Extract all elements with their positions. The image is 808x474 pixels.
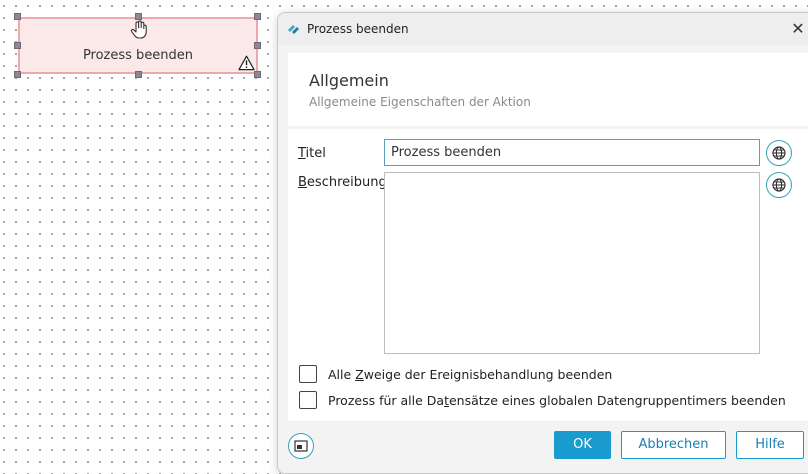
end-all-branches-label-accelerator: Z [355, 367, 364, 382]
close-button[interactable]: ✕ [788, 20, 808, 38]
app-logo-icon [287, 22, 300, 39]
globe-icon [772, 178, 786, 192]
resize-handle-right[interactable] [254, 42, 261, 49]
dialog-header: Allgemein Allgemeine Eigenschaften der A… [288, 53, 808, 126]
title-label-accelerator: T [298, 146, 306, 161]
resize-handle-bottom[interactable] [135, 71, 142, 78]
description-textarea[interactable] [384, 172, 760, 354]
title-label: Titel [298, 146, 326, 161]
end-all-branches-label-pre: Alle [328, 367, 356, 382]
resize-handle-left[interactable] [14, 42, 21, 49]
window-layout-button[interactable] [288, 433, 314, 459]
resize-handle-top-right[interactable] [254, 13, 261, 20]
end-all-branches-checkbox[interactable] [299, 365, 317, 383]
end-all-records-checkbox[interactable] [299, 391, 317, 409]
description-translate-button[interactable] [766, 172, 792, 198]
window-layout-icon [294, 440, 308, 452]
cancel-button[interactable]: Abbrechen [621, 431, 726, 459]
help-button[interactable]: Hilfe [736, 431, 804, 459]
title-input[interactable] [384, 139, 760, 166]
dialog-titlebar[interactable]: Prozess beenden ✕ [278, 13, 808, 45]
process-node-label: Prozess beenden [82, 48, 194, 63]
warning-icon [238, 55, 255, 75]
resize-handle-bottom-right[interactable] [254, 71, 261, 78]
end-all-records-label-pre: Prozess für alle Da [328, 393, 445, 408]
resize-handle-top[interactable] [135, 13, 142, 20]
resize-handle-top-left[interactable] [14, 13, 21, 20]
window-title: Prozess beenden [307, 22, 409, 36]
end-all-records-label-post: ensätze eines globalen Datengruppentimer… [448, 393, 786, 408]
end-all-branches-label-post: weige der Ereignisbehandlung beenden [363, 367, 613, 382]
description-label: Beschreibung [298, 175, 387, 190]
process-end-dialog: Prozess beenden ✕ Allgemein Allgemeine E… [277, 12, 808, 474]
resize-handle-bottom-left[interactable] [14, 71, 21, 78]
end-all-branches-label: Alle Zweige der Ereignisbehandlung beend… [328, 367, 612, 382]
ok-button[interactable]: OK [554, 431, 611, 459]
globe-icon [772, 146, 786, 160]
hand-cursor-icon [130, 20, 148, 44]
description-label-accelerator: B [298, 175, 307, 190]
end-all-records-label: Prozess für alle Datensätze eines global… [328, 393, 786, 408]
section-subtitle: Allgemeine Eigenschaften der Aktion [309, 95, 531, 109]
title-label-text: itel [305, 146, 326, 161]
description-label-text: eschreibung [306, 175, 387, 190]
form-panel: Titel Beschreibung Alle Zweige der Er [288, 129, 808, 421]
section-title: Allgemein [309, 71, 389, 90]
title-translate-button[interactable] [766, 140, 792, 166]
